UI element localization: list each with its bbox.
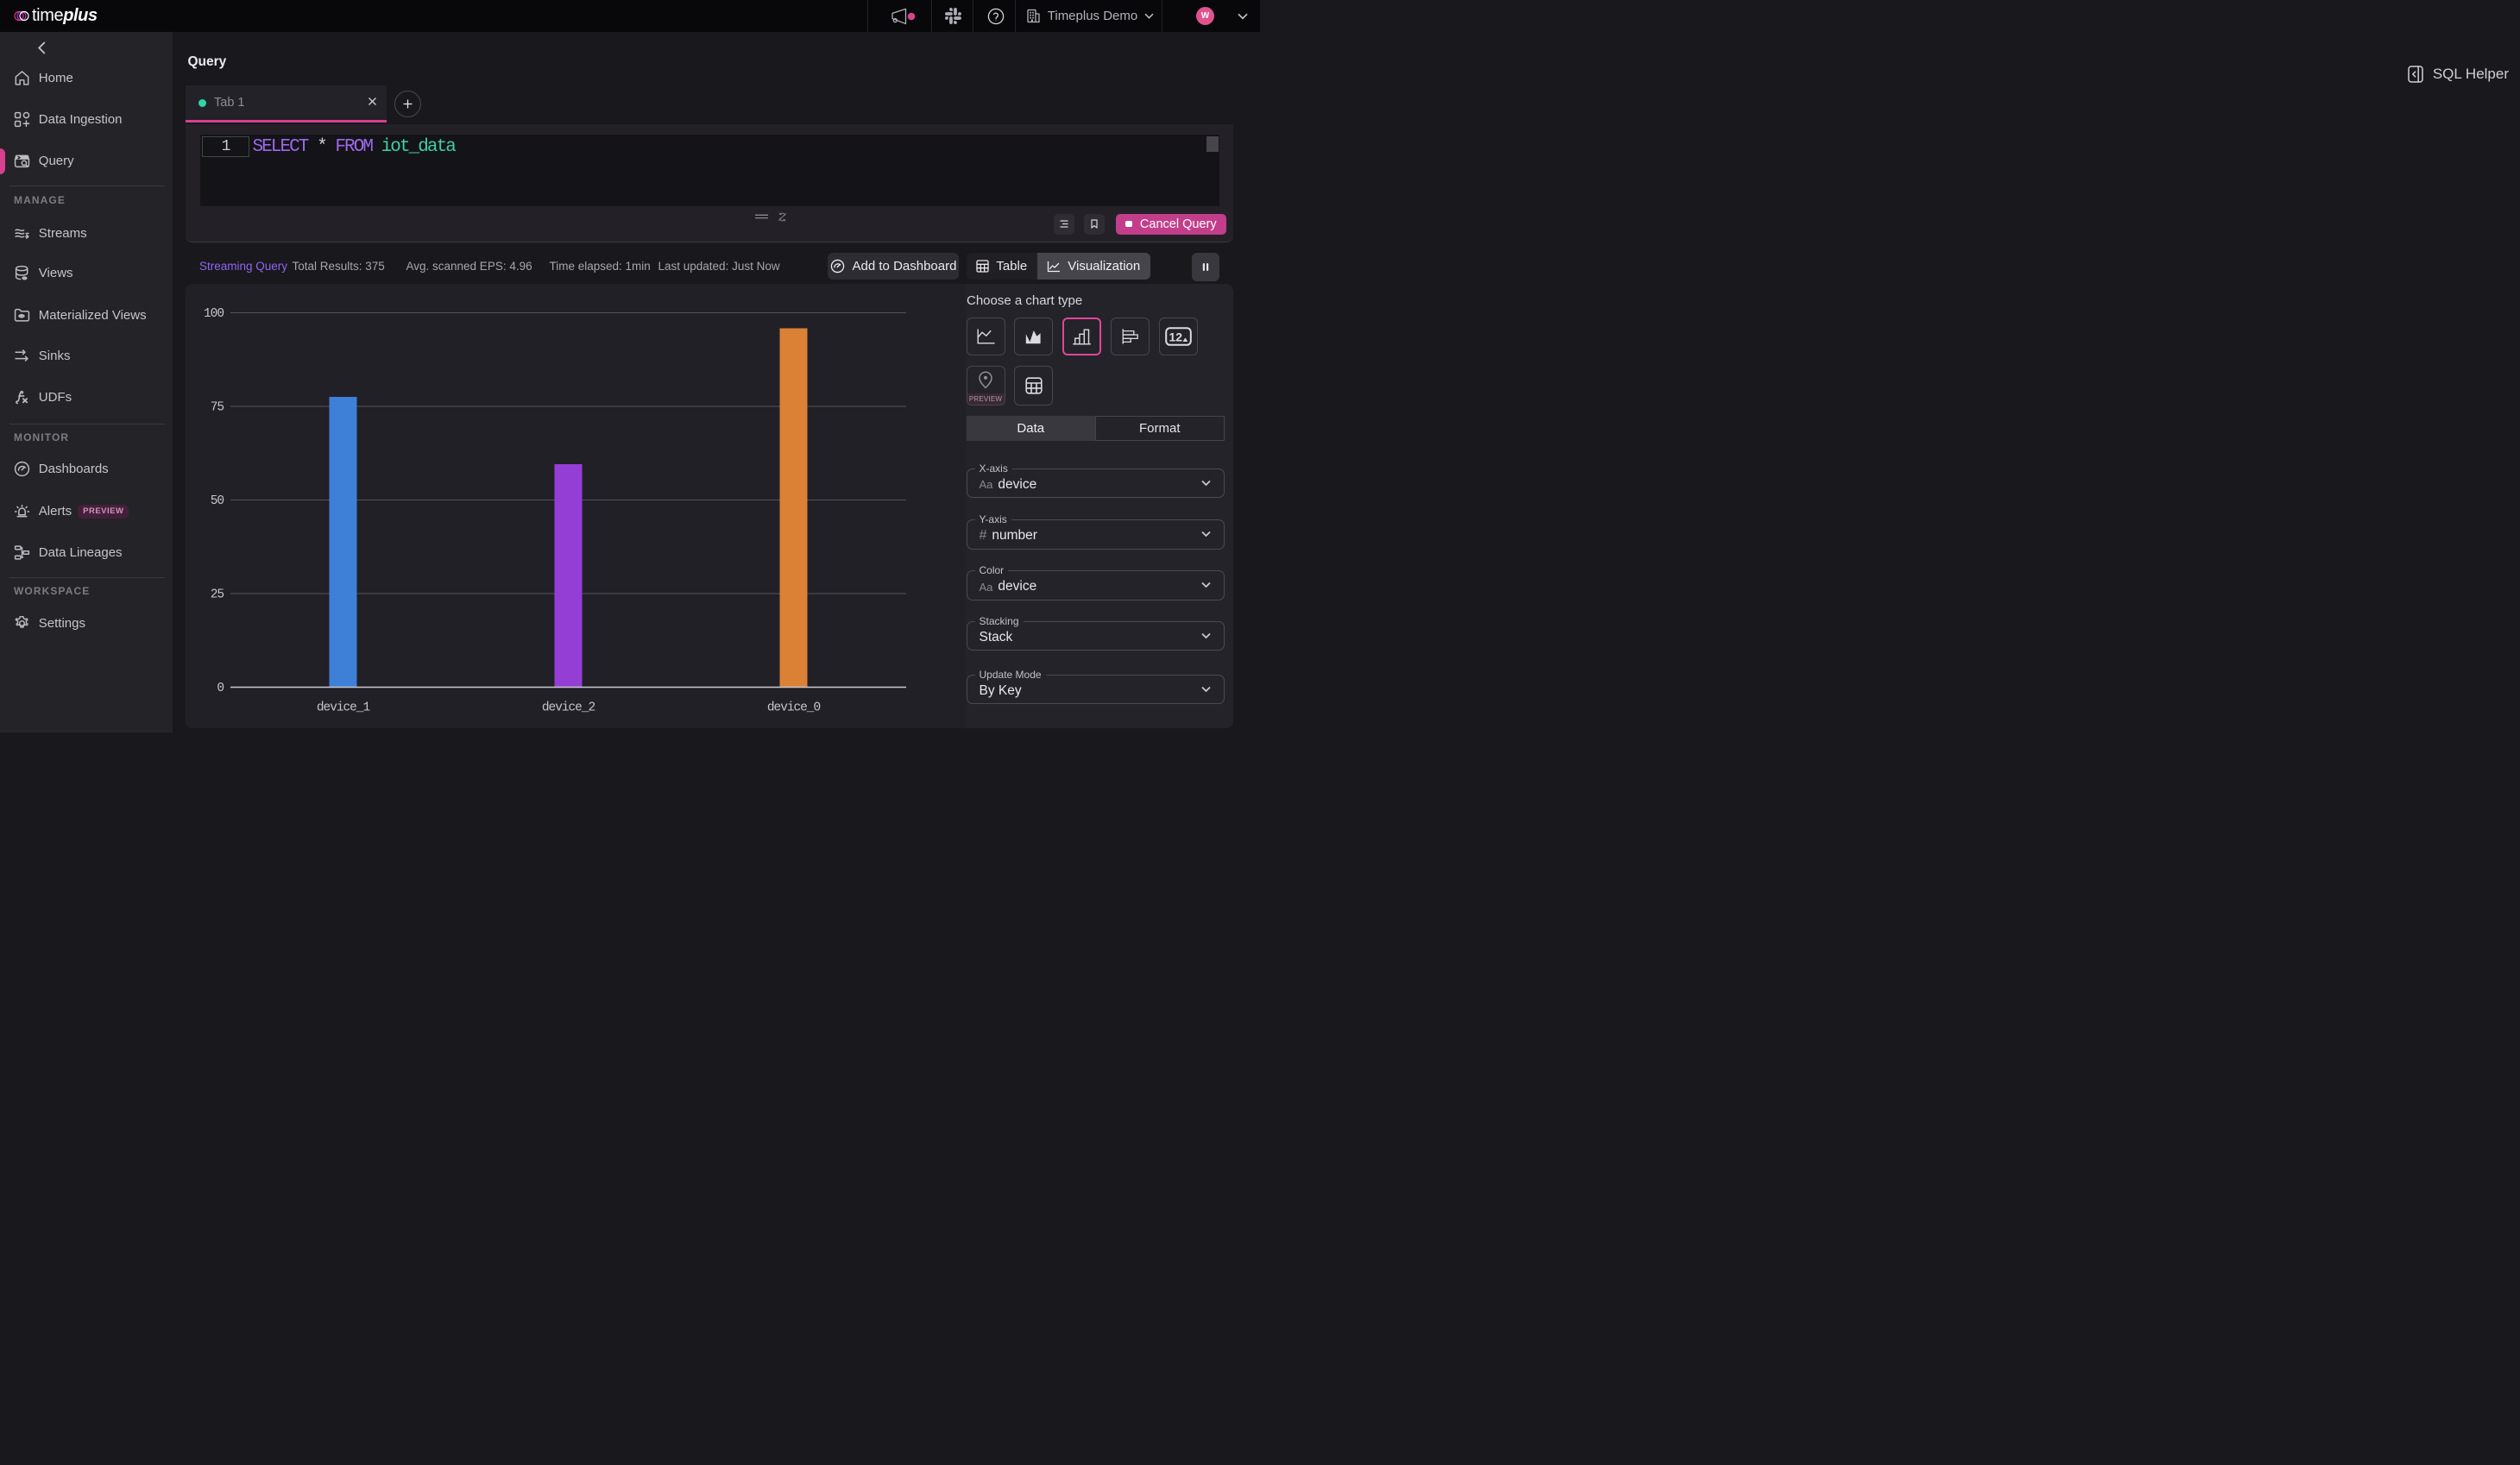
svg-text:75: 75	[211, 400, 224, 414]
svg-text:device_0: device_0	[767, 701, 821, 714]
svg-text:12: 12	[1169, 330, 1183, 344]
svg-text:25: 25	[211, 588, 224, 601]
svg-text:device_1: device_1	[317, 701, 370, 714]
svg-text:100: 100	[204, 307, 224, 321]
svg-text:50: 50	[211, 494, 224, 508]
svg-text:device_2: device_2	[542, 701, 595, 714]
svg-text:0: 0	[217, 682, 224, 695]
